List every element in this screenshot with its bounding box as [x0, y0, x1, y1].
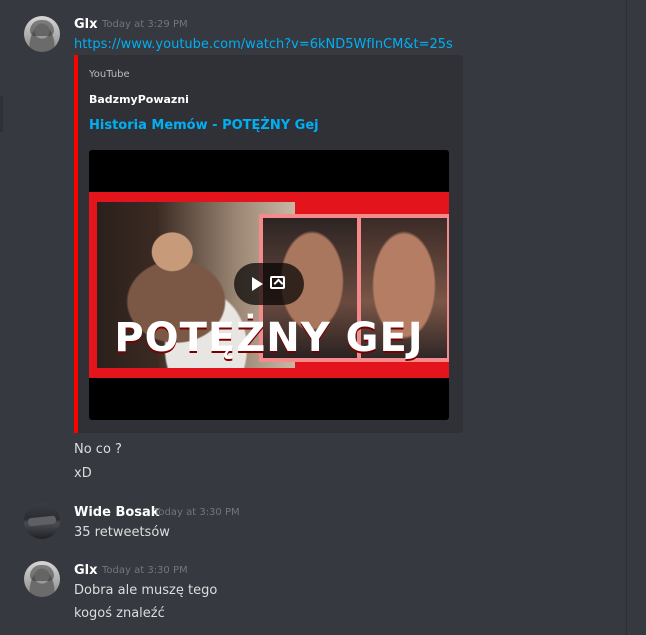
username[interactable]: Wide Bosak [74, 505, 159, 520]
message-text: Dobra ale muszę tego [74, 583, 218, 598]
video-controls[interactable] [234, 263, 304, 305]
username[interactable]: Glx [74, 17, 98, 32]
link-embed: YouTube BadzmyPowazni Historia Memów - P… [74, 55, 463, 433]
embed-provider[interactable]: YouTube [89, 69, 130, 80]
message-text: 35 retweetsów [74, 525, 170, 540]
external-link-icon[interactable] [270, 276, 285, 289]
panel-divider [626, 0, 627, 635]
message-timestamp: Today at 3:30 PM [102, 565, 188, 576]
play-icon[interactable] [252, 277, 263, 291]
video-thumbnail[interactable]: POTĘŻNY GEJ [89, 150, 449, 420]
message-text: xD [74, 466, 92, 481]
channel-scrollbar-edge [0, 96, 3, 132]
embed-author[interactable]: BadzmyPowazni [89, 93, 189, 106]
message-text: kogoś znaleźć [74, 606, 165, 621]
user-avatar[interactable] [24, 16, 60, 52]
embed-title-link[interactable]: Historia Memów - POTĘŻNY Gej [89, 118, 319, 133]
user-avatar[interactable] [24, 503, 60, 539]
message-timestamp: Today at 3:30 PM [154, 507, 240, 518]
message-link[interactable]: https://www.youtube.com/watch?v=6kND5WfI… [74, 37, 453, 52]
message-timestamp: Today at 3:29 PM [102, 19, 188, 30]
username[interactable]: Glx [74, 563, 98, 578]
user-avatar[interactable] [24, 561, 60, 597]
thumbnail-overlay-text: POTĘŻNY GEJ [114, 315, 424, 361]
message-text: No co ? [74, 442, 122, 457]
